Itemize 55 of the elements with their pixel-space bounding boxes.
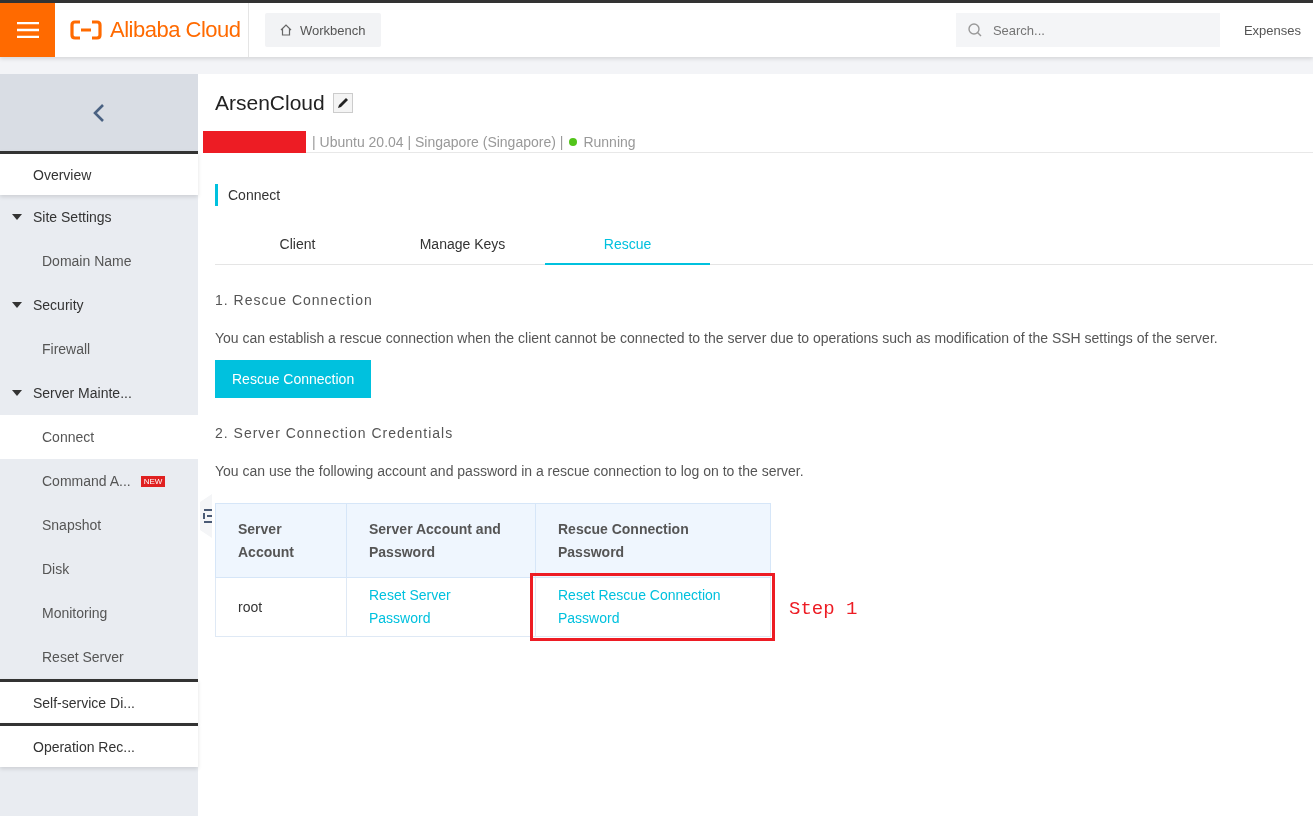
column-header: Server Account	[215, 503, 347, 578]
step-annotation: Step 1	[789, 598, 858, 620]
new-badge: NEW	[140, 475, 166, 487]
sidebar-item-label: Disk	[42, 561, 70, 577]
menu-icon	[16, 22, 39, 38]
section-title: Connect	[228, 187, 281, 203]
workbench-button[interactable]: Workbench	[265, 13, 381, 47]
sidebar-item[interactable]: Self-service Di...	[0, 679, 198, 723]
step-heading: 1. Rescue Connection	[215, 291, 374, 309]
chevron-left-icon	[93, 102, 105, 123]
tab[interactable]: Manage Keys	[380, 225, 545, 265]
account-name: root	[238, 598, 263, 615]
collapse-handle-icon[interactable]	[198, 494, 212, 538]
home-icon	[280, 24, 292, 36]
sidebar-item[interactable]: Operation Rec...	[0, 723, 198, 767]
caret-icon	[12, 214, 22, 220]
sidebar-item[interactable]: Overview	[0, 151, 198, 195]
step-description: You can use the following account and password in a rescue connection to log on to the server.	[215, 462, 805, 480]
sidebar-item[interactable]: Disk	[0, 547, 198, 591]
sidebar-item[interactable]: Firewall	[0, 327, 198, 371]
edit-icon[interactable]	[332, 93, 353, 113]
sidebar-item-label: Firewall	[42, 341, 91, 357]
status-text: Running	[583, 134, 636, 150]
brand-name: Alibaba Cloud	[110, 17, 241, 43]
sidebar-group-label: Security	[33, 297, 84, 313]
sidebar-item-label: Command A...	[42, 473, 131, 489]
sidebar-item[interactable]: Monitoring	[0, 591, 198, 635]
tab[interactable]: Client	[215, 225, 380, 265]
sidebar-group[interactable]: Security	[0, 283, 198, 327]
caret-icon	[12, 390, 22, 396]
step-heading: 2. Server Connection Credentials	[215, 424, 455, 442]
sidebar-item-label: Snapshot	[42, 517, 102, 533]
menu-button[interactable]	[0, 3, 55, 57]
sidebar-group[interactable]: Site Settings	[0, 195, 198, 239]
sidebar-item[interactable]: Domain Name	[0, 239, 198, 283]
sidebar-item[interactable]: Connect	[0, 415, 198, 459]
sidebar-item-label: Domain Name	[42, 253, 132, 269]
search-field[interactable]: Search...	[955, 13, 1220, 47]
sidebar-item-label: Connect	[42, 429, 95, 445]
expenses-link[interactable]: Expenses	[1243, 22, 1301, 38]
caret-icon	[12, 302, 22, 308]
sidebar-item[interactable]: Reset Server	[0, 635, 198, 679]
sidebar-item[interactable]: Snapshot	[0, 503, 198, 547]
server-meta-text: | Ubuntu 20.04 | Singapore (Singapore) |	[312, 134, 564, 150]
column-header: Rescue Connection Password	[535, 503, 771, 578]
sidebar-group-label: Site Settings	[33, 209, 112, 225]
sidebar-item[interactable]: Command A... NEW	[0, 459, 198, 503]
sidebar-item-label: Reset Server	[42, 649, 124, 665]
step-description: You can establish a rescue connection when the client cannot be connected to the server due to operations such as modification of the SSH settings of the server.	[215, 329, 1219, 347]
logo-icon	[70, 20, 102, 40]
sidebar-item-label: Monitoring	[42, 605, 108, 621]
server-title: ArsenCloud	[215, 91, 325, 115]
sidebar-group[interactable]: Server Mainte...	[0, 371, 198, 415]
column-header: Server Account and Password	[346, 503, 536, 578]
sidebar-group-label: Server Mainte...	[33, 385, 132, 401]
